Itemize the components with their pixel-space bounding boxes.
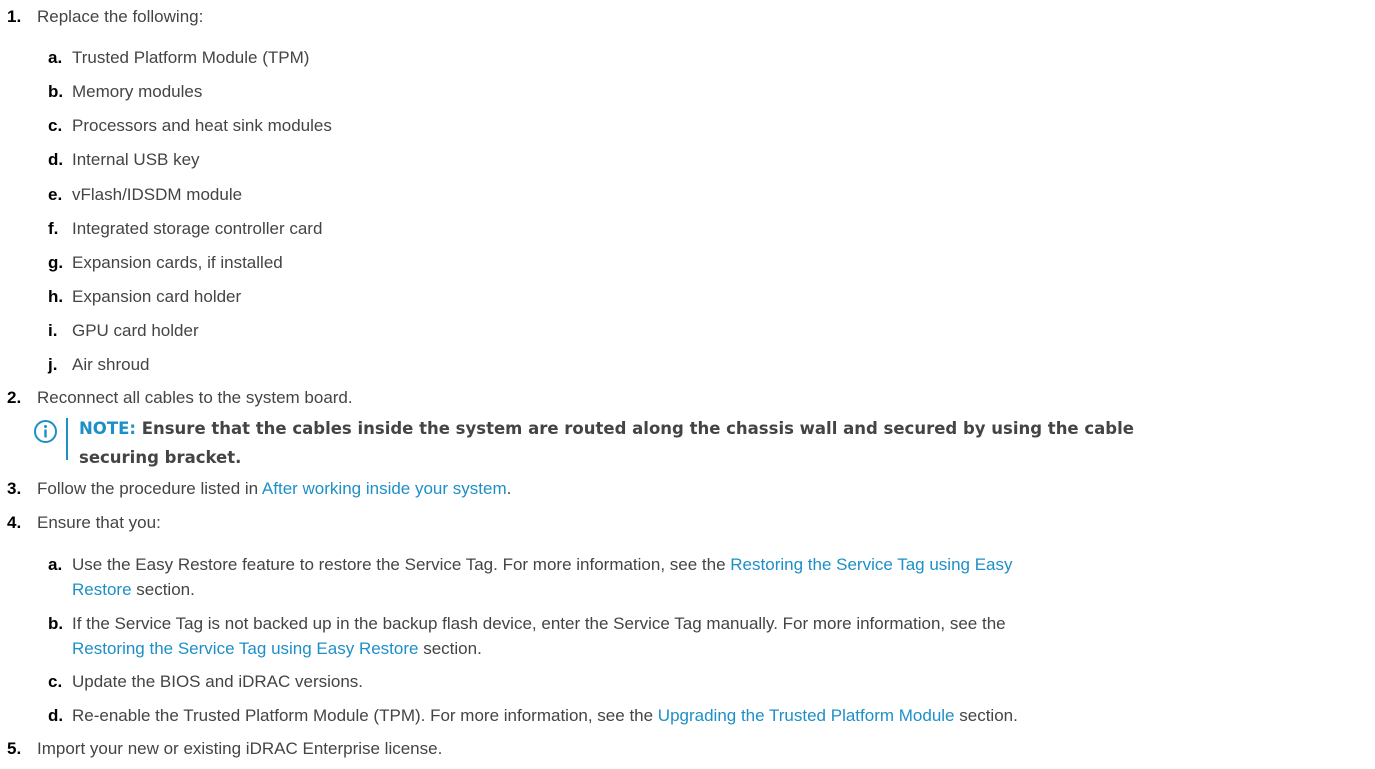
item-text-end: section.	[954, 706, 1018, 725]
note-text: Ensure that the cables inside the system…	[141, 419, 1134, 438]
replace-item-b: b. Memory modules	[48, 82, 202, 102]
item-text: Internal USB key	[72, 150, 200, 169]
item-text: Expansion cards, if installed	[72, 253, 283, 272]
replace-item-c: c. Processors and heat sink modules	[48, 116, 332, 136]
after-working-link[interactable]: After working inside your system	[262, 479, 507, 498]
step-text: Replace the following:	[37, 7, 204, 26]
replace-item-i: i. GPU card holder	[48, 321, 199, 341]
replace-item-h: h. Expansion card holder	[48, 287, 241, 307]
step-3: 3. Follow the procedure listed in After w…	[7, 479, 511, 499]
replace-item-g: g. Expansion cards, if installed	[48, 253, 283, 273]
ensure-item-d: d. Re-enable the Trusted Platform Module …	[48, 706, 1018, 726]
document-page: 1. Replace the following: a. Trusted Platf…	[0, 0, 1375, 769]
replace-item-e: e. vFlash/IDSDM module	[48, 185, 242, 205]
step-number: 2.	[7, 388, 22, 407]
item-text: Memory modules	[72, 82, 203, 101]
item-letter: j.	[48, 355, 58, 374]
item-text: Processors and heat sink modules	[72, 116, 332, 135]
step-text: Import your new or existing iDRAC Enterp…	[37, 739, 443, 758]
note-line-1: NOTE: Ensure that the cables inside the …	[79, 419, 1134, 439]
item-letter: b.	[48, 82, 64, 101]
item-letter: d.	[48, 706, 64, 725]
step-1: 1. Replace the following:	[7, 7, 203, 27]
restoring-service-tag-link-2[interactable]: Restoring the Service Tag using Easy Res…	[72, 639, 418, 658]
upgrading-tpm-link[interactable]: Upgrading the Trusted Platform Module	[658, 706, 955, 725]
replace-item-a: a. Trusted Platform Module (TPM)	[48, 48, 309, 68]
item-letter: a.	[48, 555, 63, 574]
item-letter: c.	[48, 116, 63, 135]
restoring-service-tag-link[interactable]: Restoring the Service Tag using Easy	[730, 555, 1012, 574]
note-line-2: securing bracket.	[79, 448, 242, 467]
step-text: Reconnect all cables to the system board…	[37, 388, 353, 407]
item-letter: d.	[48, 150, 64, 169]
item-text: GPU card holder	[72, 321, 199, 340]
item-text-end: section.	[418, 639, 482, 658]
ensure-item-b: b. If the Service Tag is not backed up in…	[48, 614, 1006, 634]
step-5: 5. Import your new or existing iDRAC Ente…	[7, 739, 442, 759]
replace-item-j: j. Air shroud	[48, 355, 149, 375]
item-text: vFlash/IDSDM module	[72, 185, 243, 204]
item-text: Use the Easy Restore feature to restore …	[72, 555, 731, 574]
item-text: Update the BIOS and iDRAC versions.	[72, 672, 364, 691]
item-text: Re-enable the Trusted Platform Module (T…	[72, 706, 658, 725]
item-text: Expansion card holder	[72, 287, 242, 306]
item-letter: c.	[48, 672, 63, 691]
replace-item-d: d. Internal USB key	[48, 150, 200, 170]
step-number: 1.	[7, 7, 22, 26]
item-text: Trusted Platform Module (TPM)	[72, 48, 310, 67]
note-divider	[66, 418, 68, 460]
replace-item-f: f. Integrated storage controller card	[48, 219, 322, 239]
item-letter: f.	[48, 219, 59, 238]
item-text: If the Service Tag is not backed up in t…	[72, 614, 1006, 633]
item-letter: a.	[48, 48, 63, 67]
ensure-item-a-continued: Restore section.	[72, 580, 195, 600]
item-letter: b.	[48, 614, 64, 633]
step-2: 2. Reconnect all cables to the system boa…	[7, 388, 353, 408]
item-text-end: section.	[131, 580, 195, 599]
info-icon	[34, 420, 57, 443]
item-letter: i.	[48, 321, 58, 340]
restoring-service-tag-link-cont[interactable]: Restore	[72, 580, 132, 599]
item-letter: h.	[48, 287, 64, 306]
step-number: 5.	[7, 739, 22, 758]
ensure-item-c: c. Update the BIOS and iDRAC versions.	[48, 672, 363, 692]
step-number: 3.	[7, 479, 22, 498]
step-4: 4. Ensure that you:	[7, 513, 161, 533]
item-text: Air shroud	[72, 355, 150, 374]
item-letter: e.	[48, 185, 63, 204]
item-text: Integrated storage controller card	[72, 219, 323, 238]
ensure-item-a: a. Use the Easy Restore feature to restor…	[48, 555, 1013, 575]
step-text-end: .	[506, 479, 512, 498]
step-text: Follow the procedure listed in	[37, 479, 262, 498]
ensure-item-b-continued: Restoring the Service Tag using Easy Res…	[72, 639, 482, 659]
item-letter: g.	[48, 253, 64, 272]
step-number: 4.	[7, 513, 22, 532]
step-text: Ensure that you:	[37, 513, 161, 532]
note-label: NOTE:	[79, 419, 136, 438]
